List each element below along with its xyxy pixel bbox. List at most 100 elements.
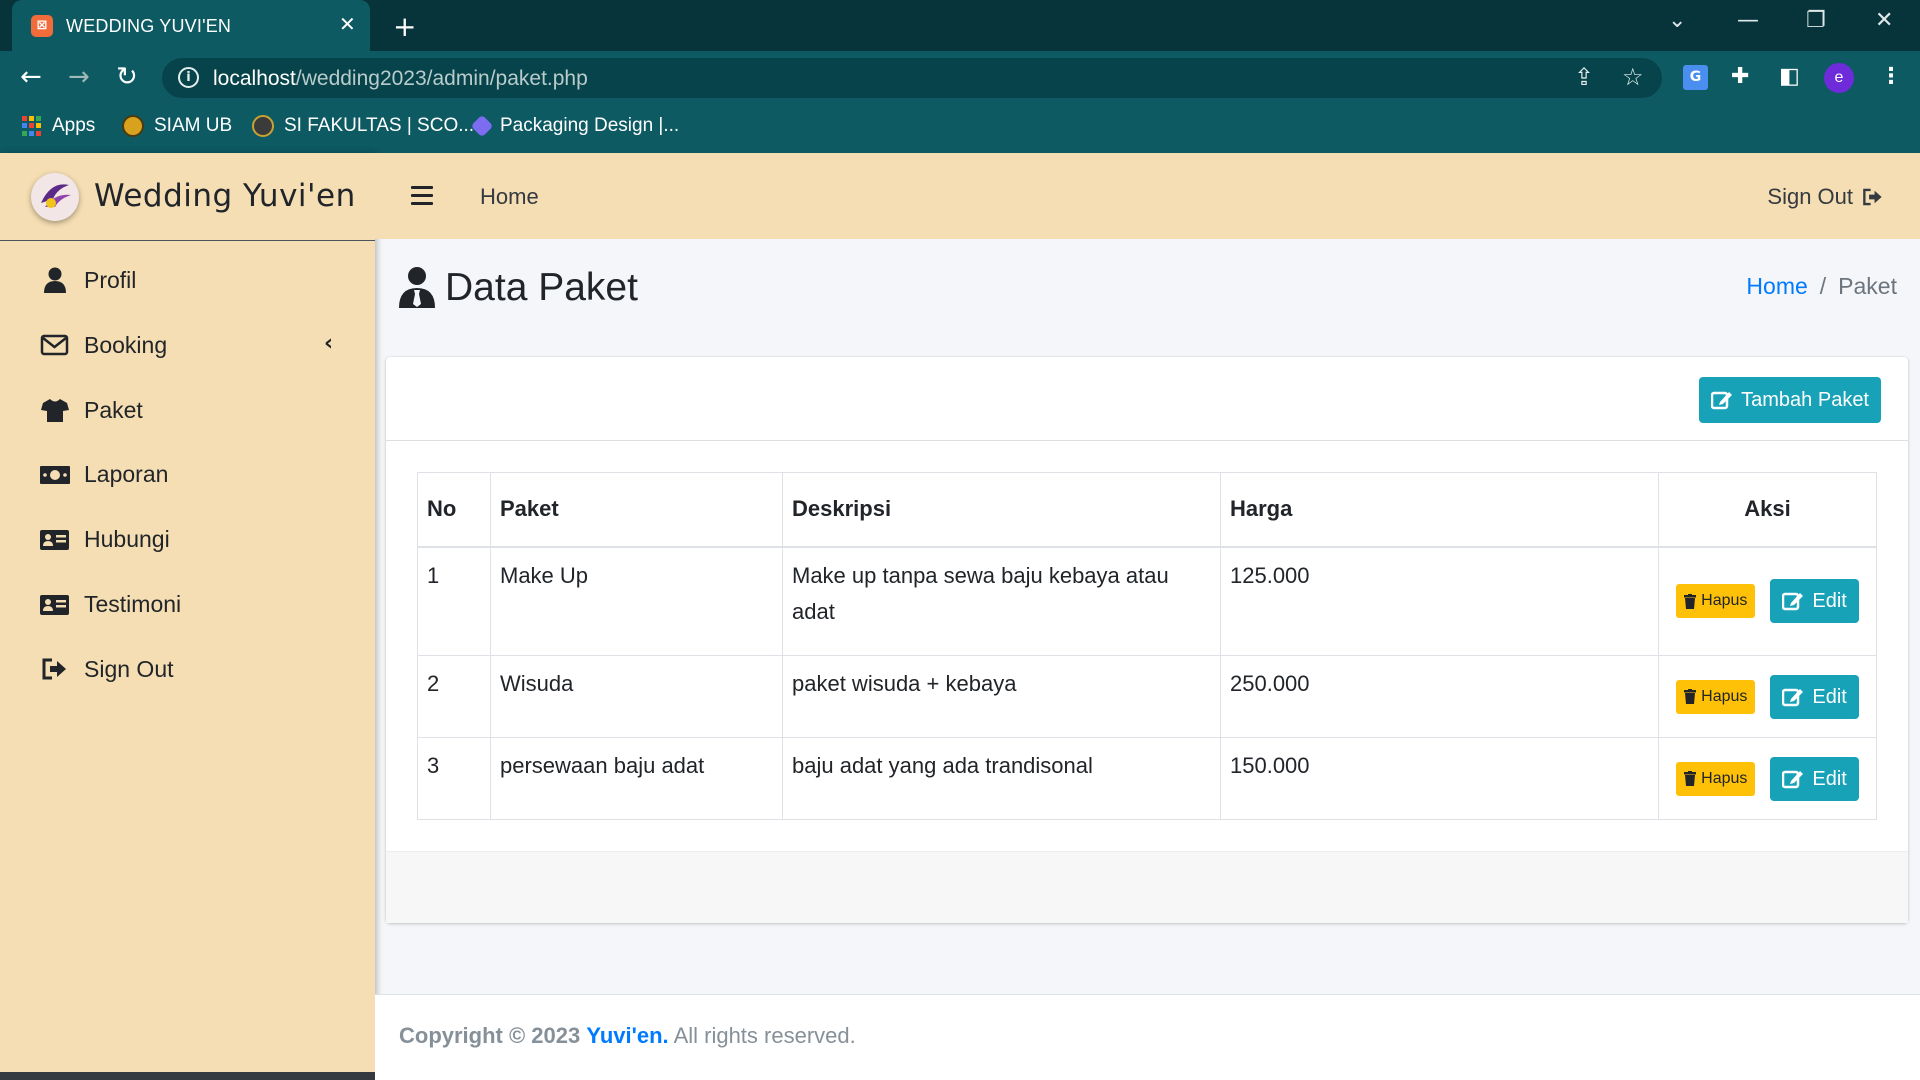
sidebar-item-label: Testimoni xyxy=(84,591,182,617)
brand-text: Wedding Yuvi'en xyxy=(94,178,356,214)
sign-out-icon xyxy=(1863,188,1882,206)
sidebar-item-label: Hubungi xyxy=(84,526,170,552)
address-bar[interactable]: i localhost/wedding2023/admin/paket.php … xyxy=(162,58,1662,98)
browser-toolbar: ← → ↻ i localhost/wedding2023/admin/pake… xyxy=(0,51,1920,104)
navbar-home-link[interactable]: Home xyxy=(480,184,539,210)
cell-deskripsi: paket wisuda + kebaya xyxy=(782,655,1221,738)
column-header-no: No xyxy=(417,472,491,548)
content-header: Data Paket Home / Paket xyxy=(375,239,1920,349)
user-icon xyxy=(44,267,66,293)
sidebar-item-testimoni[interactable]: Testimoni xyxy=(0,575,375,635)
ub-logo-icon xyxy=(122,115,144,137)
profile-avatar[interactable]: e xyxy=(1824,63,1854,93)
breadcrumb: Home / Paket xyxy=(1746,273,1897,300)
brand-logo-icon xyxy=(31,173,79,221)
sidebar-item-paket[interactable]: Paket xyxy=(0,381,375,441)
copyright-text: Copyright © 2023 Yuvi'en. All rights res… xyxy=(399,1023,856,1048)
back-icon[interactable]: ← xyxy=(20,62,42,92)
edit-icon xyxy=(1782,593,1804,611)
share-icon[interactable]: ⇪ xyxy=(1574,63,1594,91)
minimize-icon[interactable]: — xyxy=(1737,8,1759,33)
paket-table: No Paket Deskripsi Harga Aksi 1 Make Up … xyxy=(417,472,1877,820)
cell-no: 3 xyxy=(417,737,491,820)
footer-brand-link[interactable]: Yuvi'en. xyxy=(586,1023,668,1048)
sidebar-item-label: Laporan xyxy=(84,461,169,487)
navbar-sign-out-link[interactable]: Sign Out xyxy=(1767,184,1885,210)
column-header-deskripsi: Deskripsi xyxy=(782,472,1221,548)
paket-card: Tambah Paket No Paket Deskripsi Harga Ak… xyxy=(386,357,1908,923)
envelope-icon xyxy=(40,334,69,356)
tambah-paket-button[interactable]: Tambah Paket xyxy=(1699,377,1881,423)
sidebar-item-booking[interactable]: Booking ‹ xyxy=(0,316,375,376)
trash-icon xyxy=(1684,593,1697,609)
bookmark-apps[interactable]: Apps xyxy=(22,115,95,137)
bookmark-si-fakultas[interactable]: SI FAKULTAS | SCO... xyxy=(252,115,474,137)
page-footer: Copyright © 2023 Yuvi'en. All rights res… xyxy=(375,994,1920,1080)
reload-icon[interactable]: ↻ xyxy=(116,62,138,92)
cell-harga: 150.000 xyxy=(1220,737,1659,820)
trash-icon xyxy=(1684,771,1697,786)
site-info-icon[interactable]: i xyxy=(178,67,199,88)
hapus-button[interactable]: Hapus xyxy=(1676,584,1756,619)
breadcrumb-home-link[interactable]: Home xyxy=(1746,273,1807,299)
user-tie-icon xyxy=(399,267,435,308)
sidebar-item-laporan[interactable]: Laporan xyxy=(0,445,375,505)
fakultas-logo-icon xyxy=(252,115,274,137)
sidebar-item-sign-out[interactable]: Sign Out xyxy=(0,640,375,700)
sidebar-item-profil[interactable]: Profil xyxy=(0,251,375,311)
sidebar-item-label: Paket xyxy=(84,397,143,423)
id-card-icon xyxy=(40,595,69,615)
cell-harga: 125.000 xyxy=(1220,546,1659,656)
chevron-left-icon[interactable]: ‹ xyxy=(324,331,333,356)
url-text[interactable]: localhost/wedding2023/admin/paket.php xyxy=(213,67,588,91)
hapus-button[interactable]: Hapus xyxy=(1676,679,1756,714)
side-panel-icon[interactable]: ◧ xyxy=(1779,64,1800,89)
edit-button[interactable]: Edit xyxy=(1770,674,1859,719)
edit-button[interactable]: Edit xyxy=(1770,756,1859,801)
edit-icon xyxy=(1711,391,1733,410)
breadcrumb-separator: / xyxy=(1819,273,1827,299)
hapus-button[interactable]: Hapus xyxy=(1676,761,1756,796)
bookmark-packaging-design[interactable]: Packaging Design |... xyxy=(470,114,679,138)
bookmark-star-icon[interactable]: ☆ xyxy=(1622,63,1644,91)
cell-no: 2 xyxy=(417,655,491,738)
brand-link[interactable]: Wedding Yuvi'en xyxy=(0,153,375,241)
hamburger-menu-icon[interactable] xyxy=(411,186,433,210)
restore-icon[interactable]: ❐ xyxy=(1806,8,1826,33)
cell-aksi: Hapus Edit xyxy=(1658,546,1877,656)
column-header-aksi: Aksi xyxy=(1658,472,1877,548)
translate-icon[interactable]: G xyxy=(1683,65,1708,90)
xampp-favicon-icon: ⊠ xyxy=(31,15,53,37)
cell-deskripsi: baju adat yang ada trandisonal xyxy=(782,737,1221,820)
window-close-icon[interactable]: ✕ xyxy=(1875,8,1893,33)
table-row: 3 persewaan baju adat baju adat yang ada… xyxy=(417,737,1877,820)
edit-button[interactable]: Edit xyxy=(1770,579,1859,624)
cell-harga: 250.000 xyxy=(1220,655,1659,738)
cell-paket: Wisuda xyxy=(490,655,783,738)
cell-paket: persewaan baju adat xyxy=(490,737,783,820)
cell-deskripsi: Make up tanpa sewa baju kebaya atau adat xyxy=(782,546,1221,656)
browser-tabstrip: ⊠ WEDDING YUVI'EN ✕ + ⌄ — ❐ ✕ xyxy=(0,0,1920,51)
id-card-icon xyxy=(40,530,69,550)
tab-search-icon[interactable]: ⌄ xyxy=(1668,8,1686,33)
sidebar-item-label: Profil xyxy=(84,267,137,293)
tab-close-icon[interactable]: ✕ xyxy=(339,12,356,36)
browser-tab[interactable]: ⊠ WEDDING YUVI'EN ✕ xyxy=(12,0,370,51)
cell-paket: Make Up xyxy=(490,546,783,656)
packaging-logo-icon xyxy=(470,114,494,138)
tshirt-icon xyxy=(41,399,69,422)
forward-icon[interactable]: → xyxy=(68,62,90,92)
sidebar-item-hubungi[interactable]: Hubungi xyxy=(0,510,375,570)
new-tab-icon[interactable]: + xyxy=(393,10,416,43)
bookmark-siam-ub[interactable]: SIAM UB xyxy=(122,115,232,137)
edit-icon xyxy=(1782,770,1804,788)
apps-grid-icon xyxy=(22,116,42,136)
extensions-icon[interactable]: ✚ xyxy=(1731,64,1749,89)
menu-kebab-icon[interactable]: ⋮ xyxy=(1880,64,1902,89)
tab-title: WEDDING YUVI'EN xyxy=(66,16,232,36)
sidebar-scroll-edge xyxy=(0,1072,375,1080)
edit-icon xyxy=(1782,688,1804,706)
bookmarks-bar: Apps SIAM UB SI FAKULTAS | SCO... Packag… xyxy=(0,104,1920,153)
card-footer xyxy=(386,851,1908,923)
sign-out-icon xyxy=(42,658,66,680)
